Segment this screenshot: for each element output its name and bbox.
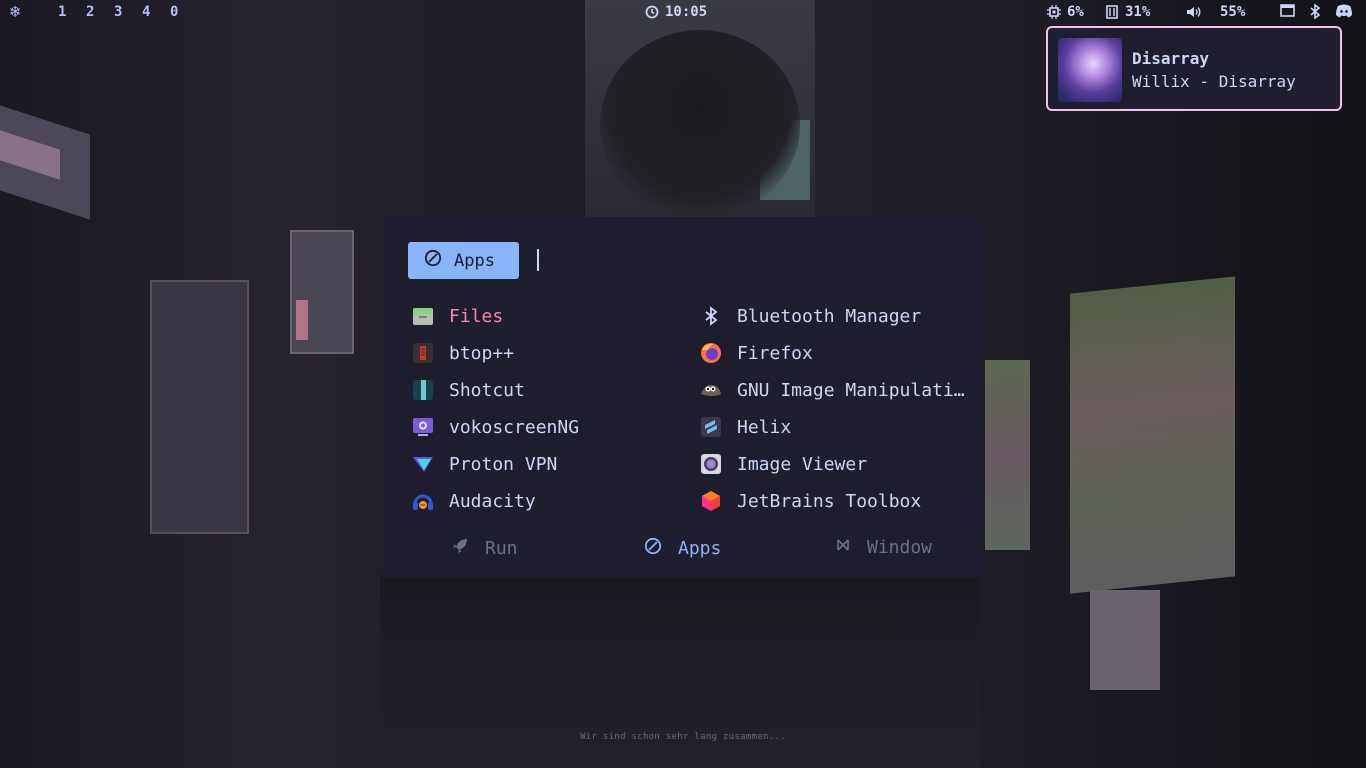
- window-icon[interactable]: [1280, 4, 1295, 17]
- workspace-4[interactable]: 4: [142, 4, 150, 20]
- volume-indicator[interactable]: 55%: [1186, 4, 1245, 20]
- app-item-protonvpn[interactable]: Proton VPN: [411, 450, 557, 478]
- workspace-0[interactable]: 0: [170, 4, 178, 20]
- workspace-3[interactable]: 3: [114, 4, 122, 20]
- wallpaper-vending-machine-far: [985, 360, 1030, 550]
- app-label: Bluetooth Manager: [737, 305, 922, 327]
- bluetooth-icon[interactable]: [1309, 4, 1321, 19]
- app-item-helix[interactable]: Helix: [699, 413, 791, 441]
- cpu-indicator[interactable]: 6%: [1047, 4, 1084, 20]
- app-item-vokoscreen[interactable]: vokoscreenNG: [411, 413, 579, 441]
- app-label: btop++: [449, 342, 515, 364]
- vokoscreen-icon: [411, 415, 435, 439]
- memory-icon: [1105, 5, 1119, 19]
- mode-switcher: Run Apps Window: [383, 537, 983, 567]
- audacity-icon: [411, 489, 435, 513]
- memory-indicator[interactable]: 31%: [1105, 4, 1150, 20]
- mode-chip-label: Apps: [454, 250, 495, 271]
- discord-icon[interactable]: [1335, 4, 1353, 18]
- window-icon: [835, 537, 851, 558]
- app-label: Files: [449, 305, 504, 327]
- mode-run-label: Run: [485, 538, 518, 559]
- app-item-image-viewer[interactable]: Image Viewer: [699, 450, 867, 478]
- app-item-jetbrains-toolbox[interactable]: JetBrains Toolbox: [699, 487, 921, 515]
- bluetooth-icon: [699, 304, 723, 328]
- app-label: Proton VPN: [449, 453, 558, 475]
- rocket-icon: [451, 537, 469, 560]
- clock-time: 10:05: [665, 4, 708, 20]
- app-label: Firefox: [737, 342, 813, 364]
- app-item-gimp[interactable]: GNU Image Manipulati…: [699, 376, 965, 404]
- app-launcher: Apps Files btop++ Shotcut vokoscreenNG P…: [383, 217, 983, 577]
- mode-window[interactable]: Window: [835, 537, 932, 558]
- app-label: Shotcut: [449, 379, 525, 401]
- app-label: Helix: [737, 416, 792, 438]
- firefox-icon: [699, 341, 723, 365]
- mode-apps[interactable]: Apps: [644, 537, 721, 560]
- app-item-files[interactable]: Files: [411, 302, 503, 330]
- volume-value: 55%: [1220, 4, 1246, 20]
- wallpaper-tree: [600, 30, 800, 220]
- notification-title: Disarray: [1132, 49, 1210, 68]
- app-item-shotcut[interactable]: Shotcut: [411, 376, 525, 404]
- workspace-1[interactable]: 1: [58, 4, 66, 20]
- jetbrains-icon: [699, 489, 723, 513]
- clock[interactable]: 10:05: [645, 4, 707, 20]
- top-bar: ❄ 1 2 3 4 0 10:05 6% 31% 55%: [0, 0, 1366, 26]
- apps-icon: [644, 537, 662, 560]
- album-art: [1058, 38, 1122, 102]
- mode-window-label: Window: [867, 537, 933, 558]
- wallpaper-ac-unit: [150, 280, 249, 534]
- nixos-logo-icon[interactable]: ❄: [10, 4, 20, 21]
- media-notification[interactable]: Disarray Willix - Disarray: [1046, 26, 1342, 111]
- app-label: JetBrains Toolbox: [737, 490, 922, 512]
- workspace-2[interactable]: 2: [86, 4, 94, 20]
- apps-icon: [424, 249, 442, 272]
- mode-run[interactable]: Run: [451, 537, 518, 560]
- notification-body: Willix - Disarray: [1132, 72, 1296, 91]
- image-viewer-icon: [699, 452, 723, 476]
- memory-value: 31%: [1125, 4, 1151, 20]
- gimp-icon: [699, 378, 723, 402]
- search-input[interactable]: [537, 249, 539, 271]
- app-label: GNU Image Manipulati…: [737, 379, 965, 401]
- app-item-firefox[interactable]: Firefox: [699, 339, 813, 367]
- app-item-btop[interactable]: btop++: [411, 339, 514, 367]
- protonvpn-icon: [411, 452, 435, 476]
- cpu-icon: [1047, 5, 1061, 19]
- helix-icon: [699, 415, 723, 439]
- wallpaper-light-pink: [296, 300, 308, 340]
- clock-icon: [645, 5, 659, 19]
- app-label: Audacity: [449, 490, 536, 512]
- mode-apps-label: Apps: [678, 538, 722, 559]
- mode-chip-apps[interactable]: Apps: [408, 242, 519, 279]
- app-label: vokoscreenNG: [449, 416, 580, 438]
- wallpaper-poster: [1090, 590, 1160, 690]
- app-item-bluetooth-manager[interactable]: Bluetooth Manager: [699, 302, 921, 330]
- volume-icon: [1186, 5, 1202, 19]
- btop-icon: [411, 341, 435, 365]
- app-item-audacity[interactable]: Audacity: [411, 487, 536, 515]
- cpu-value: 6%: [1067, 4, 1084, 20]
- shotcut-icon: [411, 378, 435, 402]
- wallpaper-vending-machine: [1070, 276, 1235, 594]
- wallpaper-caption: Wir sind schon sehr lang zusammen...: [580, 732, 786, 742]
- files-icon: [411, 304, 435, 328]
- app-label: Image Viewer: [737, 453, 868, 475]
